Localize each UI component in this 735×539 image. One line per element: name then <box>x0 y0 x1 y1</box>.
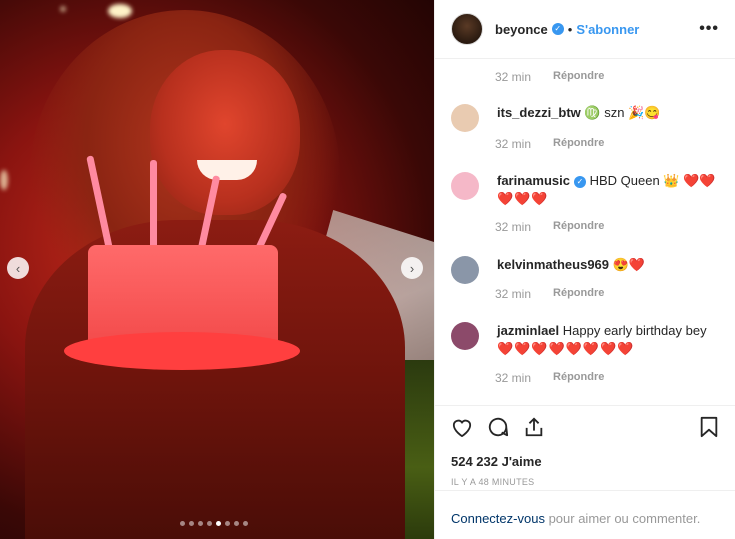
cake-plate <box>64 332 300 370</box>
reply-button[interactable]: Répondre <box>553 70 604 84</box>
carousel-dot <box>207 521 212 526</box>
likes-count[interactable]: 524 232 J'aime <box>451 454 719 469</box>
reply-button[interactable]: Répondre <box>553 137 604 151</box>
light-bokeh <box>60 6 66 12</box>
avatar[interactable] <box>451 172 479 200</box>
post-photo[interactable]: ‹ › <box>0 0 434 539</box>
comment-text: 😍❤️ <box>612 257 646 272</box>
light-bokeh <box>0 170 8 190</box>
comment-username[interactable]: kelvinmatheus969 <box>497 257 609 272</box>
comment-text: ♍ szn 🎉😋 <box>584 105 661 120</box>
comment-text: Happy early birthday bey <box>562 323 707 338</box>
comment-time: 32 min <box>495 137 532 151</box>
candle <box>150 160 157 250</box>
light-bokeh <box>108 4 132 18</box>
comment-username[interactable]: its_dezzi_btw <box>497 105 581 120</box>
comment-time: 32 min <box>495 287 532 301</box>
carousel-dot <box>216 521 221 526</box>
comment-text: HBD Queen 👑 ❤️❤️ <box>589 173 716 188</box>
comment-meta: 32 min Répondre <box>435 220 735 234</box>
comment-meta: 32 min Répondre <box>435 137 735 151</box>
separator-dot: • <box>567 21 573 37</box>
avatar[interactable] <box>451 13 483 45</box>
reply-button[interactable]: Répondre <box>553 287 604 301</box>
comment-time: 32 min <box>495 70 532 84</box>
owner-username[interactable]: beyonce <box>495 22 548 37</box>
face <box>150 50 300 215</box>
comment-meta: 32 min Répondre <box>435 371 735 385</box>
bookmark-icon[interactable] <box>699 416 719 443</box>
avatar[interactable] <box>451 322 479 350</box>
chevron-left-icon: ‹ <box>15 260 21 276</box>
comment-time: 32 min <box>495 220 532 234</box>
login-link[interactable]: Connectez-vous <box>451 511 545 526</box>
comment-item: kelvinmatheus969 😍❤️ <box>435 256 735 284</box>
verified-badge-icon: ✓ <box>551 23 564 35</box>
more-options-icon[interactable]: ••• <box>699 20 719 38</box>
comment-item: its_dezzi_btw ♍ szn 🎉😋 <box>435 104 735 132</box>
post-header: beyonce ✓ • S'abonner ••• <box>435 0 735 59</box>
carousel-indicator <box>180 521 248 526</box>
login-prompt: Connectez-vous pour aimer ou commenter. <box>435 490 735 539</box>
comment-item: jazminlael Happy early birthday bey ❤️❤️❤… <box>435 322 735 358</box>
chevron-right-icon: › <box>409 260 415 276</box>
comment-username[interactable]: farinamusic <box>497 173 570 188</box>
share-upload-icon[interactable] <box>523 416 545 443</box>
carousel-dot <box>243 521 248 526</box>
carousel-dot <box>180 521 185 526</box>
comments-list[interactable]: 32 min Répondre its_dezzi_btw ♍ szn 🎉😋 32 m… <box>435 60 735 404</box>
carousel-next-button[interactable]: › <box>401 257 423 279</box>
follow-button[interactable]: S'abonner <box>576 22 639 37</box>
comment-hearts: ❤️❤️❤️❤️❤️❤️❤️❤️ <box>497 341 635 356</box>
comment-meta: 32 min Répondre <box>435 70 735 84</box>
post-side-panel: beyonce ✓ • S'abonner ••• 32 min Répondre… <box>434 0 735 539</box>
post-actions: 524 232 J'aime IL Y A 48 MINUTES <box>435 405 735 487</box>
comment-time: 32 min <box>495 371 532 385</box>
comment-bubble-icon[interactable] <box>487 416 509 443</box>
carousel-dot <box>189 521 194 526</box>
carousel-dot <box>225 521 230 526</box>
comment-username[interactable]: jazminlael <box>497 323 559 338</box>
carousel-prev-button[interactable]: ‹ <box>7 257 29 279</box>
heart-outline-icon[interactable] <box>451 417 473 442</box>
avatar[interactable] <box>451 256 479 284</box>
reply-button[interactable]: Répondre <box>553 220 604 234</box>
avatar[interactable] <box>451 104 479 132</box>
reply-button[interactable]: Répondre <box>553 371 604 385</box>
carousel-dot <box>198 521 203 526</box>
verified-badge-icon: ✓ <box>573 175 586 188</box>
carousel-dot <box>234 521 239 526</box>
comment-item: farinamusic ✓ HBD Queen 👑 ❤️❤️ ❤️❤️❤️ <box>435 172 735 208</box>
comment-meta: 32 min Répondre <box>435 287 735 301</box>
comment-hearts: ❤️❤️❤️ <box>497 191 549 206</box>
post-timestamp: IL Y A 48 MINUTES <box>451 477 535 487</box>
login-text: pour aimer ou commenter. <box>544 511 701 526</box>
